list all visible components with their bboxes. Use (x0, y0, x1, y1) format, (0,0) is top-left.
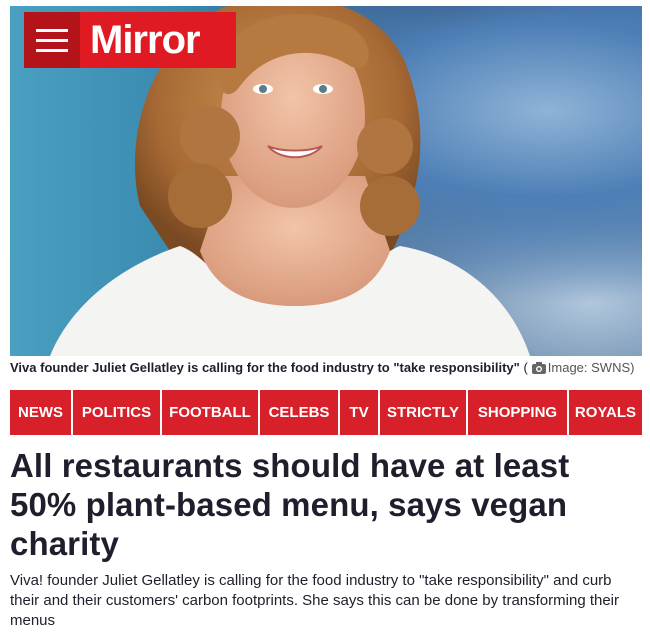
nav-item-football[interactable]: FOOTBALL (162, 390, 258, 435)
brand-name[interactable]: Mirror (80, 12, 201, 68)
hamburger-menu-icon[interactable] (24, 12, 80, 68)
camera-icon (531, 362, 546, 374)
nav-item-tv[interactable]: TV (340, 390, 378, 435)
nav-item-strictly[interactable]: STRICTLY (380, 390, 466, 435)
nav-item-royals[interactable]: ROYALS (569, 390, 642, 435)
caption-text: Viva founder Juliet Gellatley is calling… (10, 360, 520, 375)
article-standfirst: Viva! founder Juliet Gellatley is callin… (10, 572, 620, 629)
image-credit: Image: SWNS) (547, 360, 635, 375)
nav-item-shopping[interactable]: SHOPPING (468, 390, 567, 435)
nav-item-celebs[interactable]: CELEBS (260, 390, 338, 435)
section-nav: NEWS POLITICS FOOTBALL CELEBS TV STRICTL… (10, 390, 642, 435)
article-headline: All restaurants should have at least 50%… (10, 447, 570, 562)
caption-credit-open: ( (523, 360, 528, 375)
nav-item-news[interactable]: NEWS (10, 390, 71, 435)
mirror-logo[interactable]: Mirror (24, 12, 236, 68)
nav-item-politics[interactable]: POLITICS (73, 390, 160, 435)
photo-caption: Viva founder Juliet Gellatley is calling… (10, 359, 642, 377)
